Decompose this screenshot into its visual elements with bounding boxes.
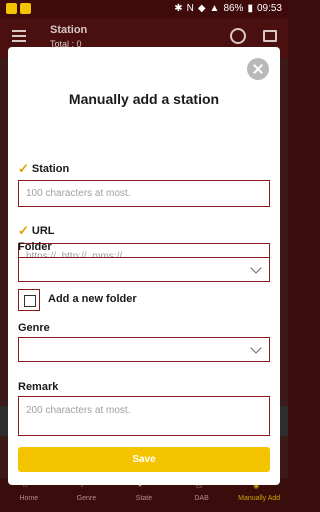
- station-input[interactable]: 100 characters at most.: [18, 180, 270, 207]
- wifi-icon: ◆: [197, 3, 206, 14]
- genre-select[interactable]: [18, 337, 270, 362]
- remark-label: Remark: [18, 381, 59, 393]
- status-bar: ✱ N ◆ ▲ 86% ▮ 09:53: [0, 0, 288, 18]
- app-notification-icon: [20, 3, 31, 14]
- url-label: URL: [31, 225, 55, 237]
- genre-label: Genre: [18, 322, 50, 334]
- notification-icon: [6, 3, 17, 14]
- url-label-row: ✓ URL: [18, 223, 55, 239]
- required-check-icon: ✓: [18, 161, 29, 176]
- chevron-down-icon: [250, 262, 262, 274]
- chevron-down-icon: [250, 342, 262, 354]
- bluetooth-icon: ✱: [174, 3, 183, 14]
- add-station-dialog: Manually add a station ✓ Station 100 cha…: [8, 47, 280, 485]
- save-button[interactable]: Save: [18, 447, 270, 472]
- battery-icon: ▮: [247, 3, 253, 14]
- new-folder-checkbox[interactable]: [18, 289, 40, 311]
- radio-search-icon[interactable]: [230, 28, 246, 44]
- menu-icon[interactable]: [12, 30, 26, 42]
- folder-select[interactable]: [18, 257, 270, 282]
- remark-textarea[interactable]: 200 characters at most.: [18, 396, 270, 436]
- battery-level: 86%: [223, 3, 244, 14]
- required-check-icon: ✓: [18, 223, 29, 238]
- close-icon[interactable]: [247, 58, 269, 80]
- signal-icon: ▲: [209, 3, 220, 14]
- folder-label: Folder: [18, 241, 52, 253]
- dialog-title: Manually add a station: [68, 91, 220, 107]
- station-label-row: ✓ Station: [18, 161, 69, 177]
- clock: 09:53: [256, 3, 282, 14]
- app-title: Station: [50, 24, 88, 36]
- add-folder-icon[interactable]: [263, 30, 277, 42]
- new-folder-label: Add a new folder: [48, 293, 137, 305]
- nfc-icon: N: [186, 3, 194, 14]
- station-label: Station: [31, 163, 70, 175]
